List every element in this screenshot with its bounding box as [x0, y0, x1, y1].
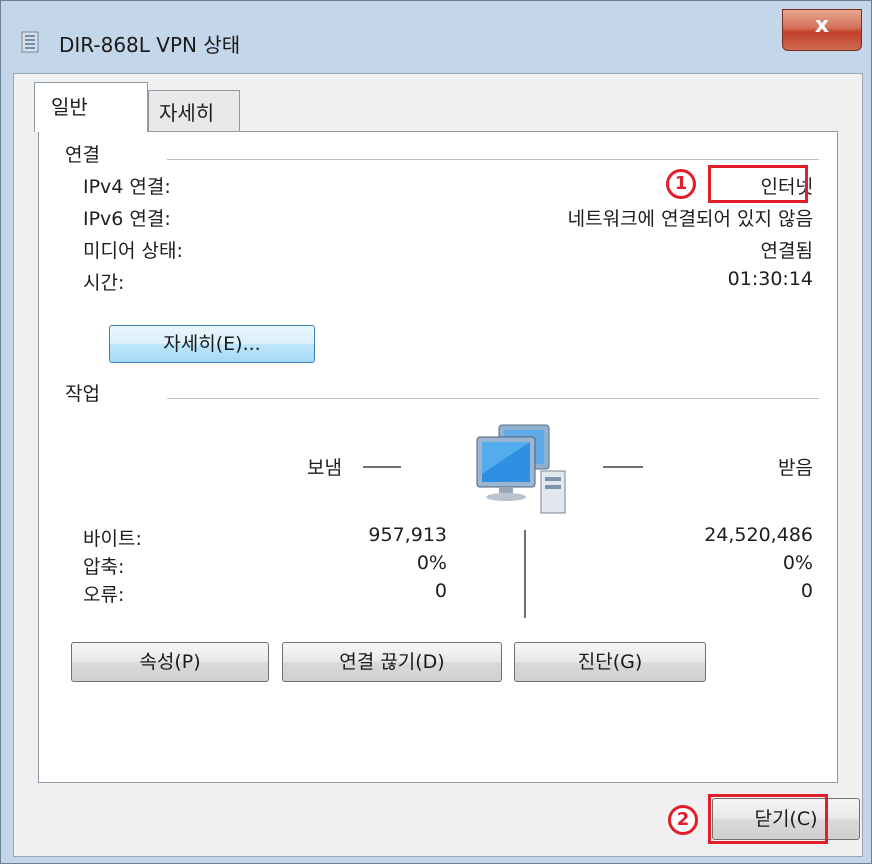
network-connection-icon — [21, 31, 39, 53]
ipv6-value: 네트워크에 연결되어 있지 않음 — [567, 208, 813, 230]
ipv4-label: IPv4 연결: — [83, 176, 171, 198]
bytes-received-value: 24,520,486 — [704, 524, 813, 546]
compression-sent-value: 0% — [416, 552, 447, 574]
bytes-label: 바이트: — [83, 528, 142, 550]
general-tab-panel: 연결 IPv4 연결: IPv6 연결: 미디어 상태: 시간: 인터넷 네트워… — [38, 131, 838, 783]
bytes-sent-value: 957,913 — [368, 524, 447, 546]
diagnose-button-label: 진단(G) — [577, 651, 643, 673]
tab-details-label: 자세히 — [159, 101, 215, 125]
duration-label: 시간: — [83, 272, 125, 294]
duration-value: 01:30:14 — [727, 268, 813, 290]
annotation-marker-2: 2 — [668, 805, 698, 835]
errors-received-value: 0 — [800, 580, 813, 602]
connection-group-title: 연결 — [65, 144, 100, 166]
ipv6-label: IPv6 연결: — [83, 208, 171, 230]
connection-group-divider — [167, 159, 819, 160]
annotation-box-ipv4 — [708, 165, 808, 203]
dialog-window: DIR-868L VPN 상태 x 일반 자세히 연결 IPv4 연결: IPv… — [0, 0, 872, 864]
properties-button[interactable]: 속성(P) — [71, 642, 269, 682]
network-computers-icon — [476, 424, 566, 514]
activity-group-title: 작업 — [65, 383, 100, 405]
media-state-label: 미디어 상태: — [83, 240, 183, 262]
disconnect-button-label: 연결 끊기(D) — [339, 651, 445, 673]
close-window-button[interactable]: x — [782, 9, 862, 51]
diagnose-button[interactable]: 진단(G) — [514, 642, 706, 682]
tab-general[interactable]: 일반 — [34, 82, 148, 132]
close-icon: x — [814, 13, 830, 38]
tab-general-label: 일반 — [51, 95, 88, 119]
activity-group-divider — [167, 398, 819, 399]
tab-details[interactable]: 자세히 — [148, 90, 240, 132]
sent-connector-line — [363, 466, 401, 468]
compression-received-value: 0% — [782, 552, 813, 574]
dialog-client-area: 일반 자세히 연결 IPv4 연결: IPv6 연결: 미디어 상태: 시간: … — [13, 73, 863, 857]
annotation-marker-1: 1 — [666, 169, 696, 199]
received-label: 받음 — [778, 457, 813, 479]
details-button[interactable]: 자세히(E)... — [109, 325, 315, 363]
errors-sent-value: 0 — [434, 580, 447, 602]
window-title: DIR-868L VPN 상태 — [59, 33, 241, 57]
media-state-value: 연결됨 — [760, 240, 813, 262]
disconnect-button[interactable]: 연결 끊기(D) — [282, 642, 502, 682]
details-button-label: 자세히(E)... — [163, 333, 261, 355]
title-bar[interactable]: DIR-868L VPN 상태 x — [1, 1, 871, 73]
errors-label: 오류: — [83, 584, 125, 606]
activity-divider-line — [524, 530, 526, 618]
annotation-box-close — [708, 794, 828, 844]
received-connector-line — [603, 466, 643, 468]
compression-label: 압축: — [83, 556, 125, 578]
sent-label: 보냄 — [307, 457, 342, 479]
properties-button-label: 속성(P) — [139, 651, 201, 673]
